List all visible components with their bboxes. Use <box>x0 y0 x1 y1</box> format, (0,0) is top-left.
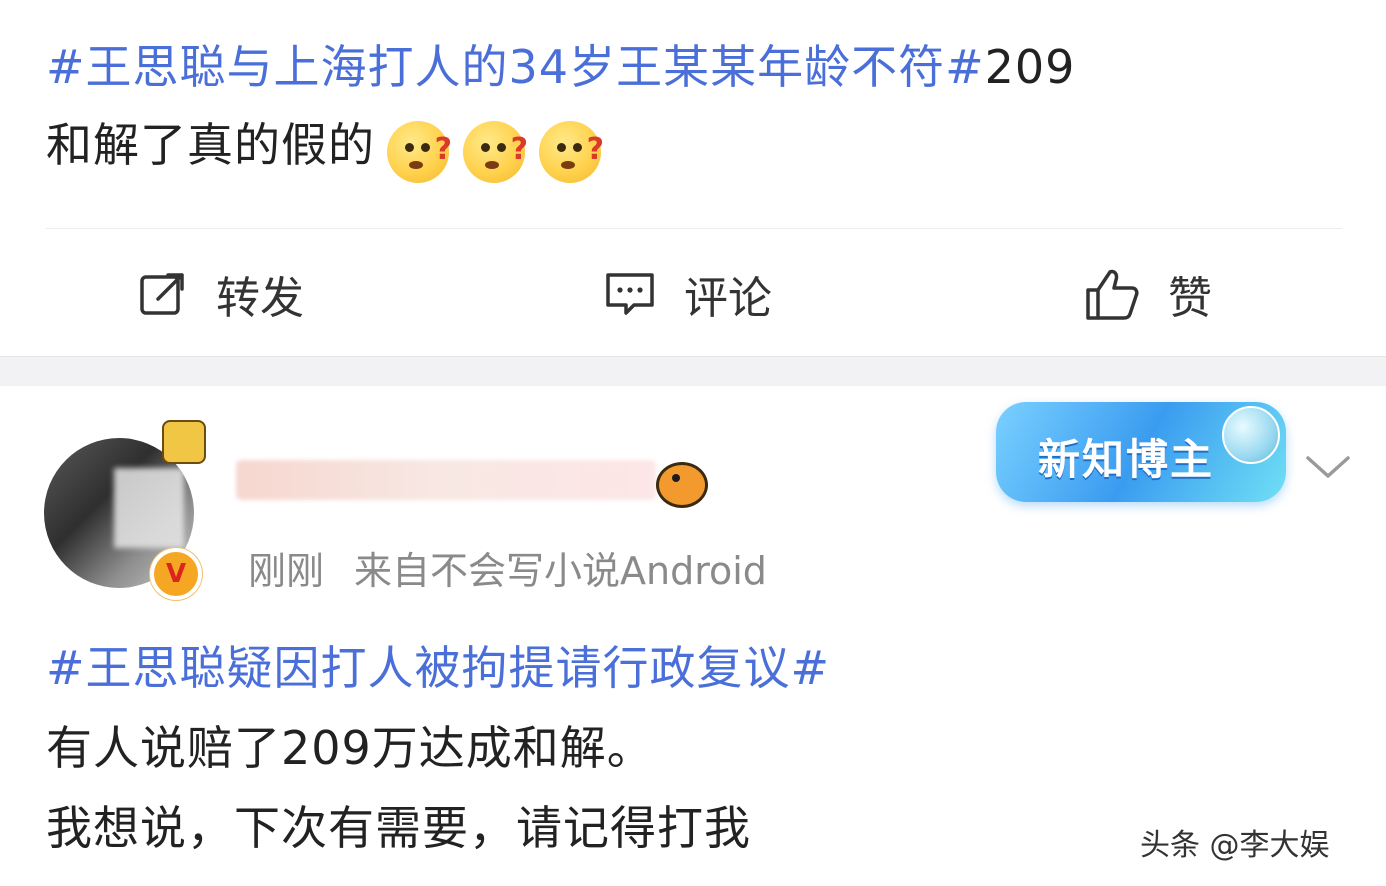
watermark: 头条 @李大娱 <box>1140 828 1330 863</box>
confused-face-emoji-icon: ? <box>387 121 452 183</box>
like-label: 赞 <box>1168 273 1212 324</box>
comment-label: 评论 <box>684 273 772 324</box>
creator-badge[interactable]: 新知博主 <box>996 402 1286 502</box>
divider <box>46 228 1342 229</box>
fish-eye <box>672 474 680 482</box>
post-text-line2: 和解了真的假的 <box>46 118 375 172</box>
confused-face-emoji-icon: ? <box>463 121 528 183</box>
verified-v-icon: V <box>150 548 202 600</box>
chevron-down-icon[interactable] <box>1304 452 1352 486</box>
feed-separator <box>0 356 1386 387</box>
repost-label: 转发 <box>216 273 304 324</box>
post-meta: 刚刚 来自不会写小说Android <box>248 540 797 595</box>
post-source: 来自不会写小说Android <box>354 549 767 593</box>
comment-icon <box>606 273 654 315</box>
post-time: 刚刚 <box>248 549 325 593</box>
post-text: #王思聪与上海打人的34岁王某某年龄不符#209 和解了真的假的 ??? <box>46 28 1346 188</box>
thumbs-up-icon <box>1086 269 1139 320</box>
emoji-row: ??? <box>387 110 615 188</box>
post-hashtag-link[interactable]: #王思聪与上海打人的34岁王某某年龄不符# <box>46 40 985 94</box>
confused-face-emoji-icon: ? <box>539 121 604 183</box>
avatar-pendant-icon <box>162 420 206 464</box>
like-button[interactable]: 赞 <box>1084 262 1212 326</box>
fish-badge-icon <box>656 462 708 508</box>
comment-button[interactable]: 评论 <box>604 262 772 326</box>
repost-button[interactable]: 转发 <box>138 262 304 326</box>
globe-icon <box>1222 406 1280 464</box>
username-blurred[interactable] <box>236 460 656 500</box>
repost-icon <box>140 273 184 315</box>
post2-line2: 有人说赔了209万达成和解。 <box>46 721 654 775</box>
post-text-number: 209 <box>984 40 1076 94</box>
post-card-top: #王思聪与上海打人的34岁王某某年龄不符#209 和解了真的假的 ??? 转发 … <box>0 0 1386 356</box>
action-bar: 转发 评论 赞 <box>0 240 1386 340</box>
post2-hashtag-link[interactable]: #王思聪疑因打人被拘提请行政复议# <box>46 628 1346 708</box>
creator-badge-label: 新知博主 <box>1038 435 1215 484</box>
